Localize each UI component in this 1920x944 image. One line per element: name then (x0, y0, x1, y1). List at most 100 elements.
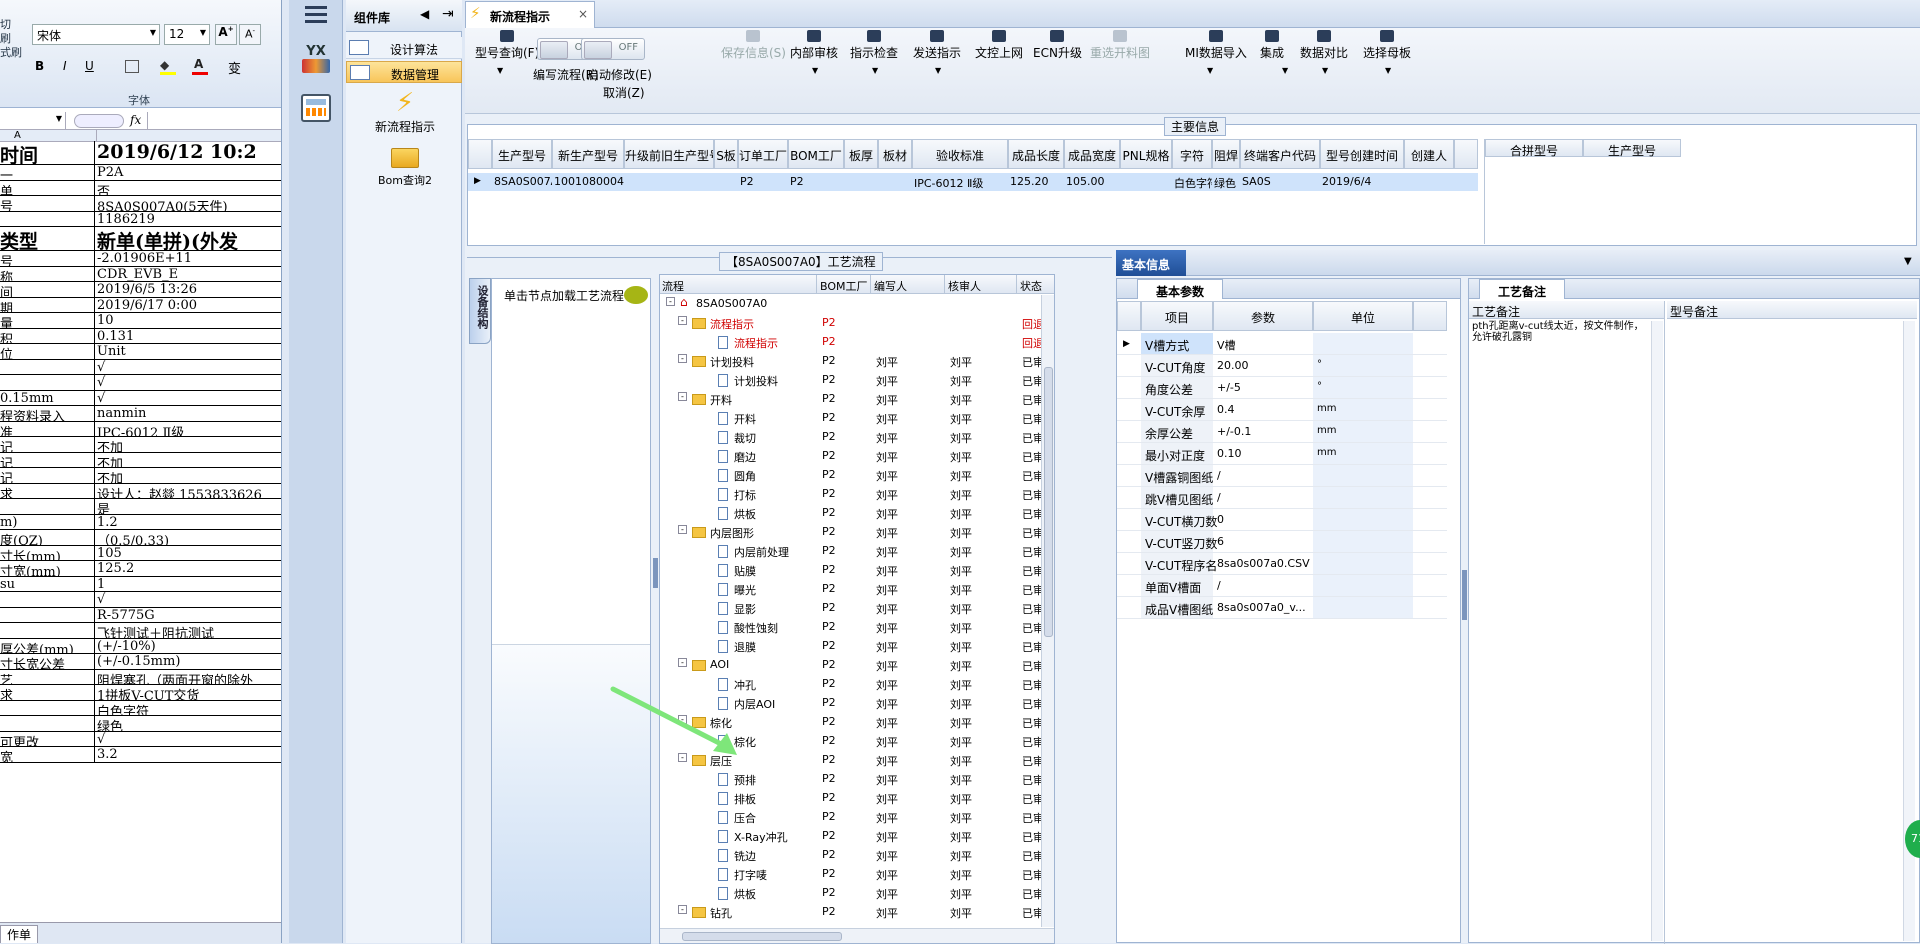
select-all-corner[interactable] (468, 139, 492, 169)
cell-b[interactable]: 不加 (97, 453, 281, 468)
new-process-tool[interactable]: ⚡ 新流程指示 (362, 88, 448, 135)
param-row[interactable]: 最小对正度 0.10 mm (1117, 443, 1447, 465)
cell[interactable]: SA0S (1242, 175, 1320, 188)
toolbar-button[interactable]: ECN升级 (1033, 30, 1082, 61)
cell[interactable]: P2 (790, 175, 844, 188)
cell-b[interactable]: 1.2 (97, 515, 281, 530)
cell-b[interactable]: 绿色 (97, 716, 281, 731)
cell-a[interactable]: 艺 (0, 669, 95, 684)
dropdown-arrow-icon[interactable]: ▼ (1282, 66, 1288, 75)
cancel-button[interactable]: 取消(Z) (603, 84, 645, 101)
cell-b[interactable]: (+/-0.15mm) (97, 654, 281, 669)
column-header[interactable]: 生产型号 (492, 139, 552, 169)
cell-a[interactable]: 求 (0, 483, 95, 498)
tree-row[interactable]: 曝光 P2 刘平 刘平 已审核 (660, 580, 1054, 599)
tree-row[interactable]: 打字唛 P2 刘平 刘平 已审核 (660, 865, 1054, 884)
column-header[interactable]: 终端客户代码 (1240, 139, 1320, 169)
cell-a[interactable]: 准 (0, 421, 95, 436)
cell-a[interactable]: 记 (0, 452, 95, 467)
param-row[interactable]: V-CUT程序名 8sa0s007a0.CSV (1117, 553, 1447, 575)
production-model-header[interactable]: 生产型号 (1583, 139, 1681, 158)
cut-label[interactable]: 切 (0, 18, 26, 32)
dropdown-arrow-icon[interactable]: ▼ (1207, 66, 1213, 75)
param-row[interactable]: V-CUT横刀数 0 (1117, 509, 1447, 531)
cell-b[interactable]: 125.2 (97, 561, 281, 576)
tree-hscroll[interactable] (660, 928, 1054, 943)
tab-new-process[interactable]: ⚡ 新流程指示 × (465, 1, 595, 28)
expander-icon[interactable]: - (678, 905, 687, 914)
tree-row[interactable]: 退膜 P2 刘平 刘平 已审核 (660, 637, 1054, 656)
tree-row[interactable]: - 开料 P2 刘平 刘平 已审核 (660, 390, 1054, 409)
tree-row[interactable]: - 内层图形 P2 刘平 刘平 已审核 (660, 523, 1054, 542)
copy-label[interactable]: 刷 (0, 32, 26, 46)
param-row[interactable]: V-CUT角度 20.00 ° (1117, 355, 1447, 377)
tab-basic-params[interactable]: 基本参数 (1137, 279, 1223, 299)
tree-row[interactable]: 显影 P2 刘平 刘平 已审核 (660, 599, 1054, 618)
column-header[interactable]: 创建人 (1404, 139, 1454, 169)
cell-a[interactable] (0, 700, 95, 715)
grow-font-button[interactable]: A+ (215, 24, 237, 45)
cell-b[interactable]: 1拼板V-CUT交货 (97, 685, 281, 700)
tree-row[interactable]: - 钻孔 P2 刘平 刘平 已审核 (660, 903, 1054, 922)
tree-row[interactable]: 铣边 P2 刘平 刘平 已审核 (660, 846, 1054, 865)
cell-b[interactable]: 3.2 (97, 747, 281, 762)
toolbar-button[interactable]: 型号查询(F) (475, 30, 539, 61)
cell-b[interactable]: 0.131 (97, 329, 281, 344)
splitter-handle[interactable] (653, 558, 658, 588)
cell-b[interactable]: √ (97, 732, 281, 747)
cell-b[interactable]: 飞针测试＋阻抗测试 (97, 623, 281, 638)
cell-a[interactable] (0, 499, 95, 514)
nav-item-data[interactable]: 数据管理 (346, 61, 462, 83)
column-header[interactable]: 板材 (878, 139, 912, 169)
column-header[interactable]: 阻焊 (1212, 139, 1240, 169)
cell-a[interactable]: 单 (0, 180, 95, 195)
yx-module-icon[interactable]: YX (299, 44, 333, 80)
tree-row[interactable]: 排板 P2 刘平 刘平 已审核 (660, 789, 1054, 808)
tree-vscroll[interactable] (1041, 295, 1054, 927)
cell-a[interactable]: 度(OZ) (0, 530, 95, 545)
font-color-icon[interactable]: A (194, 57, 203, 71)
tree-row[interactable]: 计划投料 P2 刘平 刘平 已审核 (660, 371, 1054, 390)
font-size-select[interactable]: 12 ▼ (164, 24, 210, 45)
expander-icon[interactable]: - (678, 316, 687, 325)
cell-b[interactable]: 不加 (97, 468, 281, 483)
cell-b[interactable]: R-5775G (97, 608, 281, 623)
cell[interactable]: 白色字符 (1174, 175, 1212, 191)
phonetic-icon[interactable]: 变 (228, 58, 241, 77)
calculator-module-icon[interactable] (301, 94, 331, 122)
format-painter-label[interactable]: 式刷 (0, 46, 26, 60)
bold-button[interactable]: B (35, 59, 44, 73)
dropdown-arrow-icon[interactable]: ▼ (1385, 66, 1391, 75)
column-header[interactable]: 成品长度 (1008, 139, 1064, 169)
cell-b[interactable]: 2019/6/5 13:26 (97, 282, 281, 297)
cell-a[interactable] (0, 375, 95, 390)
cell-b[interactable]: √ (97, 375, 281, 390)
tree-row[interactable]: 圆角 P2 刘平 刘平 已审核 (660, 466, 1054, 485)
dropdown-arrow-icon[interactable]: ▼ (872, 66, 878, 75)
param-row[interactable]: 余厚公差 +/-0.1 mm (1117, 421, 1447, 443)
cell-b[interactable]: 不加 (97, 437, 281, 452)
tree-row[interactable]: 磨边 P2 刘平 刘平 已审核 (660, 447, 1054, 466)
dropdown-arrow-icon[interactable]: ▼ (812, 66, 818, 75)
cell-a[interactable]: 宽 (0, 747, 95, 762)
cell-b[interactable]: √ (97, 391, 281, 406)
tree-row[interactable]: - 流程指示 P2 回退 (660, 314, 1054, 333)
cell-a[interactable]: 厚公差(mm) (0, 638, 95, 653)
cell-b[interactable]: 8SA0S007A0(5天件) (97, 196, 281, 211)
param-row[interactable]: 成品V槽图纸 8sa0s007a0_v... (1117, 597, 1447, 619)
cell-a[interactable]: 求 (0, 685, 95, 700)
tree-row[interactable]: 烘板 P2 刘平 刘平 已审核 (660, 504, 1054, 523)
vtab-equipment[interactable]: 设备结构 (469, 278, 491, 344)
cell-a[interactable] (0, 359, 95, 374)
cell-a[interactable]: 时间 (0, 141, 95, 164)
cell-a[interactable] (0, 211, 95, 226)
toolbar-button[interactable]: 集成 (1260, 30, 1284, 61)
cell-a[interactable]: 程资料录入 (0, 406, 95, 421)
border-icon[interactable] (125, 60, 139, 73)
tree-row[interactable]: 酸性蚀刻 P2 刘平 刘平 已审核 (660, 618, 1054, 637)
param-row[interactable]: 角度公差 +/-5 ° (1117, 377, 1447, 399)
cell-a[interactable]: 0.15mm (0, 390, 95, 405)
cell-a[interactable]: 寸长(mm) (0, 545, 95, 560)
main-info-row[interactable]: ▶ 8SA0S007A010010800044251 P2P2 IPC-6012 Ⅱ级… (468, 173, 1478, 191)
cell[interactable]: P2 (740, 175, 788, 188)
